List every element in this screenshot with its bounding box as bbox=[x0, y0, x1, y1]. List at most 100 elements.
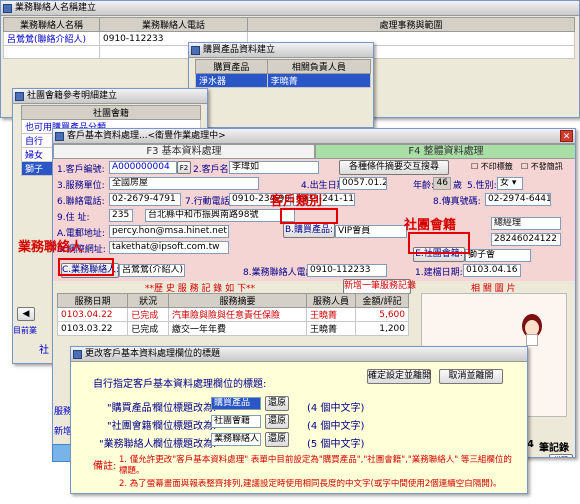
history-table: 服務日期 狀況 服務摘要 服務人員 金額/評記 0103.04.22 已完成 汽車險與險與任… bbox=[56, 293, 409, 336]
tab-basic[interactable]: F3 基本資料處理 bbox=[53, 144, 315, 159]
name-field[interactable]: 李瑋如 bbox=[229, 161, 319, 174]
product-table: 購買產品 相關負責人員 淨水器 李曉菁 bbox=[195, 59, 372, 88]
annotation-contact: 業務聯絡人 bbox=[18, 240, 84, 255]
row-club-note: (4 個中文字) bbox=[307, 421, 365, 432]
help-button[interactable]: 說明 bbox=[549, 454, 573, 457]
annotation-club: 社團會籍 bbox=[404, 218, 457, 233]
note-label: 備註: bbox=[93, 461, 117, 472]
product-title-input[interactable]: 購買產品 bbox=[211, 397, 261, 410]
col-scope: 處理事務與範圍 bbox=[247, 17, 575, 32]
note-1: 1. 僅允許更改"客戶基本資料處理" 表單中目前設定為"購買產品","社團會籍"… bbox=[119, 455, 512, 476]
unit-field[interactable]: 全國房屋 bbox=[109, 177, 259, 190]
row-club-mid: 欄位標題改為: bbox=[153, 421, 217, 432]
contact-phone-field[interactable]: 0910-112233 bbox=[307, 264, 387, 277]
client-no-label: 1.客戶編號: bbox=[57, 165, 105, 175]
new-record-button[interactable]: 新增一筆服務記錄 bbox=[343, 279, 416, 294]
cell-person[interactable]: 李曉菁 bbox=[266, 73, 372, 88]
col-product: 購買產品 bbox=[195, 59, 268, 74]
app-icon bbox=[191, 46, 200, 55]
product-button[interactable]: B.購買產品: bbox=[283, 223, 335, 238]
record-label: 筆記錄 bbox=[539, 443, 569, 454]
table-row[interactable]: 淨水器 李曉菁 bbox=[195, 73, 372, 88]
age-label: 年齡: bbox=[413, 181, 435, 191]
window-title: 業務聯絡人名稱建立 bbox=[15, 3, 97, 13]
chevron-down-icon: ▾ bbox=[511, 178, 517, 188]
age-field: 46 bbox=[433, 177, 451, 190]
title-bar[interactable]: 購買產品資料建立 bbox=[189, 43, 373, 58]
no-label-checkbox[interactable]: ☐ 不印標籤 bbox=[471, 161, 513, 172]
email-field[interactable]: percy.hon@msa.hinet.net bbox=[109, 225, 229, 238]
app-icon bbox=[3, 4, 12, 13]
contact-field[interactable]: 呂鶯鶯(介紹人) bbox=[119, 264, 185, 277]
no-sms-checkbox[interactable]: ☐ 不發簡訊 bbox=[521, 161, 563, 172]
col-phone: 業務聯絡人電話 bbox=[99, 17, 248, 32]
note-2: 2. 為了螢幕畫面與報表整齊排列,建議設定時使用相同長度的中文字(或字中間使用2… bbox=[119, 479, 502, 489]
table-row[interactable]: 0103.04.22 已完成 汽車險與險與任意責任保險 王曉菁 5,600 bbox=[56, 307, 409, 322]
birth-field[interactable]: 0057.01.26 bbox=[339, 177, 387, 190]
close-icon[interactable]: ✕ bbox=[560, 130, 573, 142]
annotation-box-contact bbox=[58, 258, 114, 276]
col-status: 狀況 bbox=[127, 293, 169, 308]
col-name: 業務聯絡人名稱 bbox=[3, 17, 100, 32]
row-club-name: "社團會籍" bbox=[107, 421, 157, 432]
side-bottom-text: 社 bbox=[39, 345, 49, 356]
web-field[interactable]: takethat@ipsoft.com.tw bbox=[109, 241, 229, 254]
title-bar[interactable]: 業務聯絡人名稱建立 bbox=[1, 1, 579, 16]
col-amount: 金額/評記 bbox=[355, 293, 409, 308]
cell-product[interactable]: 淨水器 bbox=[195, 73, 268, 88]
restore-contact-button[interactable]: 還原 bbox=[265, 432, 289, 447]
side-list-label: 目前業 bbox=[13, 326, 37, 335]
row-contact-mid: 欄位標題改為: bbox=[153, 439, 217, 450]
f2-button[interactable]: F2 bbox=[177, 161, 191, 174]
col-staff: 服務人員 bbox=[305, 293, 357, 308]
window-product-setup: 購買產品資料建立 購買產品 相關負責人員 淨水器 李曉菁 bbox=[188, 42, 374, 128]
fax-label: 8.傳真號碼: bbox=[433, 197, 481, 207]
zip-field[interactable]: 235 bbox=[109, 209, 133, 222]
contact-title-input[interactable]: 業務聯絡人 bbox=[211, 433, 261, 446]
addr-field[interactable]: 台北縣中和市振興南路98號 bbox=[145, 209, 295, 222]
row-product-note: (4 個中文字) bbox=[307, 403, 365, 414]
cancel-button[interactable]: 取消並離開 bbox=[439, 369, 503, 384]
window-title: 客戶基本資料處理...<衛豐作業處理中> bbox=[67, 131, 226, 141]
tax-field[interactable]: 28246024122 bbox=[491, 233, 561, 246]
row-contact-name: "業務聯絡人" bbox=[99, 439, 159, 450]
avatar bbox=[518, 314, 546, 346]
table-row[interactable]: 0103.03.22 已完成 繳交一年年費 王曉菁 1,200 bbox=[56, 321, 409, 336]
prev-button[interactable]: ◀ bbox=[17, 307, 35, 321]
cell-name[interactable]: 呂鶯鶯(聯絡介紹人) bbox=[3, 31, 100, 46]
annotation-box-club bbox=[408, 232, 470, 254]
col-date: 服務日期 bbox=[56, 293, 129, 308]
search-button[interactable]: 各種條件摘要交互搜尋 bbox=[339, 160, 449, 175]
title-field[interactable]: 總經理 bbox=[491, 217, 561, 230]
title-bar[interactable]: 更改客戶基本資料處理欄位的標題 bbox=[71, 347, 527, 362]
app-icon bbox=[15, 92, 24, 101]
addr-label: 9.住 址: bbox=[57, 213, 90, 223]
window-title: 購買產品資料建立 bbox=[203, 45, 276, 55]
row-product-name: "購買產品" bbox=[107, 403, 157, 414]
phone-field[interactable]: 02-2679-4791 bbox=[109, 193, 181, 206]
app-icon bbox=[73, 350, 82, 359]
tab-overall[interactable]: F4 整體資料處理 bbox=[315, 144, 575, 159]
restore-product-button[interactable]: 還原 bbox=[265, 396, 289, 411]
club-title-input[interactable]: 社團會籍 bbox=[211, 415, 261, 428]
product-field[interactable]: VIP會員 bbox=[335, 225, 407, 238]
app-icon bbox=[55, 132, 64, 141]
build-date-field[interactable]: 0103.04.16 bbox=[463, 264, 521, 277]
annotation-box-category bbox=[280, 208, 338, 224]
dialog-title: 更改客戶基本資料處理欄位的標題 bbox=[85, 349, 221, 359]
restore-club-button[interactable]: 還原 bbox=[265, 414, 289, 429]
age-unit: 歲 bbox=[453, 181, 463, 191]
dialog-rename-fields: 更改客戶基本資料處理欄位的標題 自行指定客戶基本資料處理欄位的標題: 確定設定並… bbox=[70, 346, 528, 494]
client-no-field[interactable]: A000000004 bbox=[109, 161, 177, 174]
club-field[interactable]: 獅子會 bbox=[465, 249, 531, 262]
sex-select[interactable]: 女 ▾ bbox=[497, 177, 523, 190]
title-bar[interactable]: 社團會籍參考明細建立 bbox=[13, 89, 207, 104]
col-summary: 服務摘要 bbox=[168, 293, 307, 308]
confirm-button[interactable]: 確定設定並離開 bbox=[367, 369, 431, 384]
unit-label: 3.服務單位: bbox=[57, 181, 105, 191]
col-person: 相關負責人員 bbox=[266, 59, 372, 74]
mobile-label: 7.行動電話: bbox=[185, 197, 233, 207]
title-bar[interactable]: 客戶基本資料處理...<衛豐作業處理中> ✕ bbox=[53, 129, 575, 144]
annotation-category: 客戶類別 bbox=[270, 194, 323, 209]
fax-field[interactable]: 02-2974-6441 bbox=[485, 193, 551, 206]
